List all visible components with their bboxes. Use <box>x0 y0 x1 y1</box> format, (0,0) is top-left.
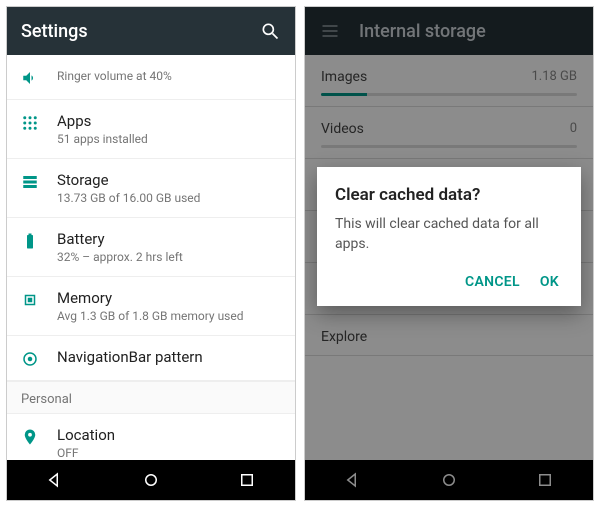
row-battery-title: Battery <box>57 230 281 248</box>
row-location[interactable]: Location OFF <box>7 414 295 460</box>
row-location-sub: OFF <box>57 446 281 460</box>
search-icon[interactable] <box>259 20 281 42</box>
nav-back-icon[interactable] <box>45 470 65 490</box>
row-navbar-pattern[interactable]: NavigationBar pattern <box>7 336 295 381</box>
row-navbar-title: NavigationBar pattern <box>57 348 281 366</box>
row-apps-title: Apps <box>57 112 281 130</box>
row-sound[interactable]: Ringer volume at 40% <box>7 55 295 100</box>
row-memory-sub: Avg 1.3 GB of 1.8 GB memory used <box>57 309 281 323</box>
nav-home-icon[interactable] <box>141 470 161 490</box>
row-battery[interactable]: Battery 32% – approx. 2 hrs left <box>7 218 295 277</box>
row-storage-sub: 13.73 GB of 16.00 GB used <box>57 191 281 205</box>
storage-screen: Internal storage Images1.18 GBVideos0Aud… <box>304 6 594 501</box>
settings-appbar: Settings <box>7 7 295 55</box>
dialog-cancel-button[interactable]: CANCEL <box>465 274 520 290</box>
settings-title: Settings <box>21 21 259 42</box>
row-sound-sub: Ringer volume at 40% <box>57 69 281 83</box>
settings-screen: Settings Ringer volume at 40% Apps <box>6 6 296 501</box>
row-location-title: Location <box>57 426 281 444</box>
dialog-ok-button[interactable]: OK <box>540 274 559 290</box>
storage-icon <box>21 171 57 191</box>
row-battery-sub: 32% – approx. 2 hrs left <box>57 250 281 264</box>
apps-icon <box>21 112 57 132</box>
row-storage-title: Storage <box>57 171 281 189</box>
clear-cache-dialog: Clear cached data? This will clear cache… <box>317 167 581 306</box>
dialog-title: Clear cached data? <box>335 185 563 205</box>
volume-icon <box>21 67 57 87</box>
row-memory-title: Memory <box>57 289 281 307</box>
navbar-icon <box>21 348 57 368</box>
dialog-message: This will clear cached data for all apps… <box>335 215 563 254</box>
android-navbar <box>7 460 295 500</box>
memory-icon <box>21 289 57 309</box>
row-apps-sub: 51 apps installed <box>57 132 281 146</box>
row-apps[interactable]: Apps 51 apps installed <box>7 100 295 159</box>
section-personal: Personal <box>7 381 295 414</box>
location-icon <box>21 426 57 446</box>
nav-recent-icon[interactable] <box>237 470 257 490</box>
settings-list[interactable]: Ringer volume at 40% Apps 51 apps instal… <box>7 55 295 460</box>
battery-icon <box>21 230 57 250</box>
row-storage[interactable]: Storage 13.73 GB of 16.00 GB used <box>7 159 295 218</box>
row-memory[interactable]: Memory Avg 1.3 GB of 1.8 GB memory used <box>7 277 295 336</box>
